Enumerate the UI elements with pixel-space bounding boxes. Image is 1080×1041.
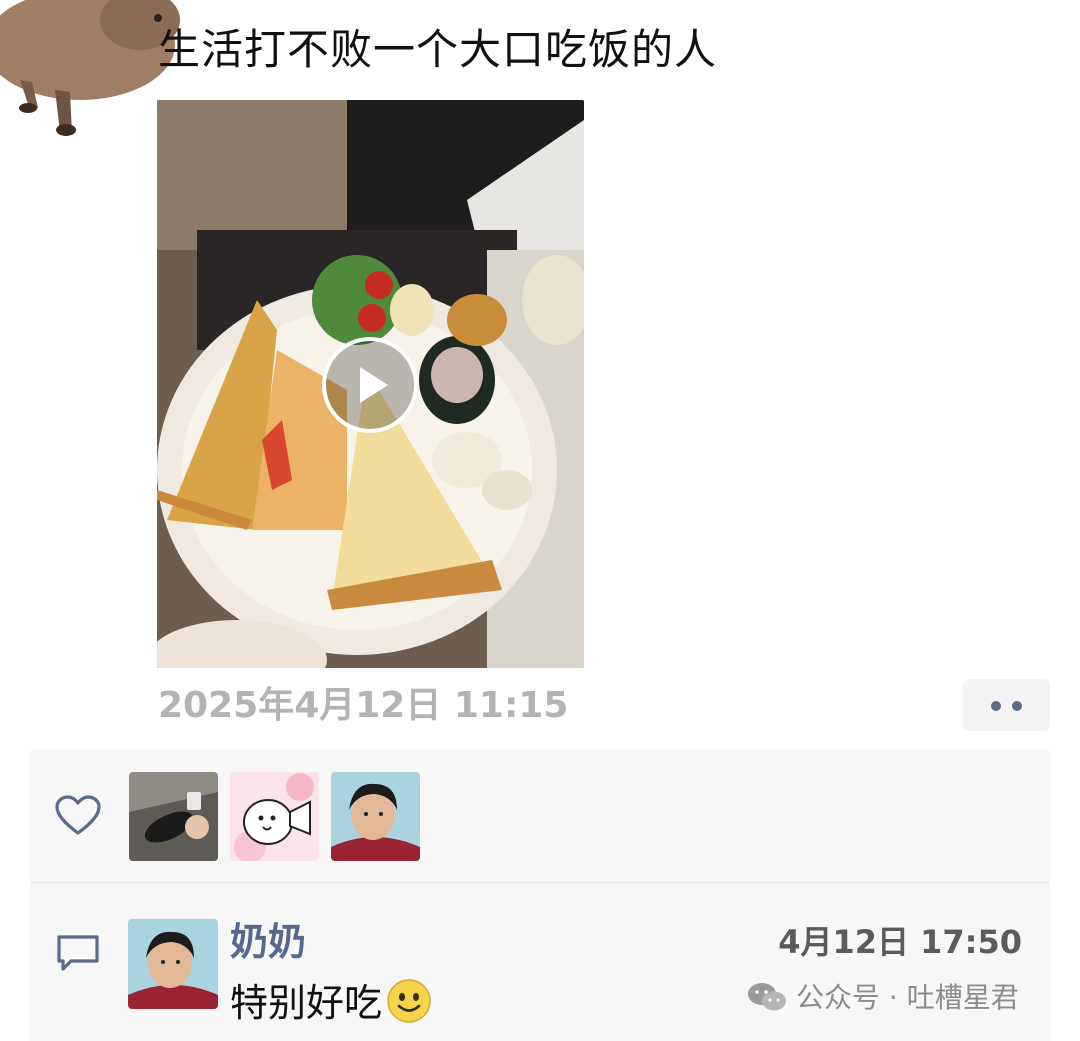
comment-row[interactable]: 奶奶 4月12日 17:50 特别好吃	[30, 883, 1050, 1041]
heart-icon	[55, 795, 101, 835]
video-thumbnail[interactable]	[157, 100, 584, 668]
more-dots-icon	[1012, 701, 1022, 711]
more-dots-icon	[991, 701, 1001, 711]
post-text: 生活打不败一个大口吃饭的人	[158, 25, 718, 74]
comment-text-content: 特别好吃	[230, 981, 383, 1025]
more-options-button[interactable]	[963, 679, 1050, 731]
comment-icon	[57, 935, 99, 971]
poster-avatar[interactable]	[0, 0, 180, 140]
liker-1-photo	[129, 772, 218, 861]
likes-row	[30, 750, 1050, 882]
commenter-name[interactable]: 奶奶	[230, 919, 306, 965]
capybara-sticker	[0, 0, 180, 136]
liker-avatar[interactable]	[331, 772, 420, 861]
post-timestamp: 2025年4月12日 11:15	[158, 685, 569, 726]
watermark-text: 公众号 · 吐槽星君	[796, 981, 1019, 1014]
watermark: 公众号 · 吐槽星君	[746, 980, 1019, 1016]
wechat-icon	[748, 983, 786, 1011]
liker-3-photo	[331, 772, 420, 861]
liker-2-photo	[230, 772, 319, 861]
liker-avatar[interactable]	[129, 772, 218, 861]
liker-avatar[interactable]	[230, 772, 319, 861]
comment-timestamp: 4月12日 17:50	[778, 923, 1022, 961]
smile-emoji-icon	[387, 979, 431, 1023]
commenter-avatar[interactable]	[128, 919, 218, 1009]
play-icon[interactable]	[320, 335, 420, 435]
commenter-photo	[128, 919, 218, 1009]
comment-text: 特别好吃	[230, 978, 432, 1027]
